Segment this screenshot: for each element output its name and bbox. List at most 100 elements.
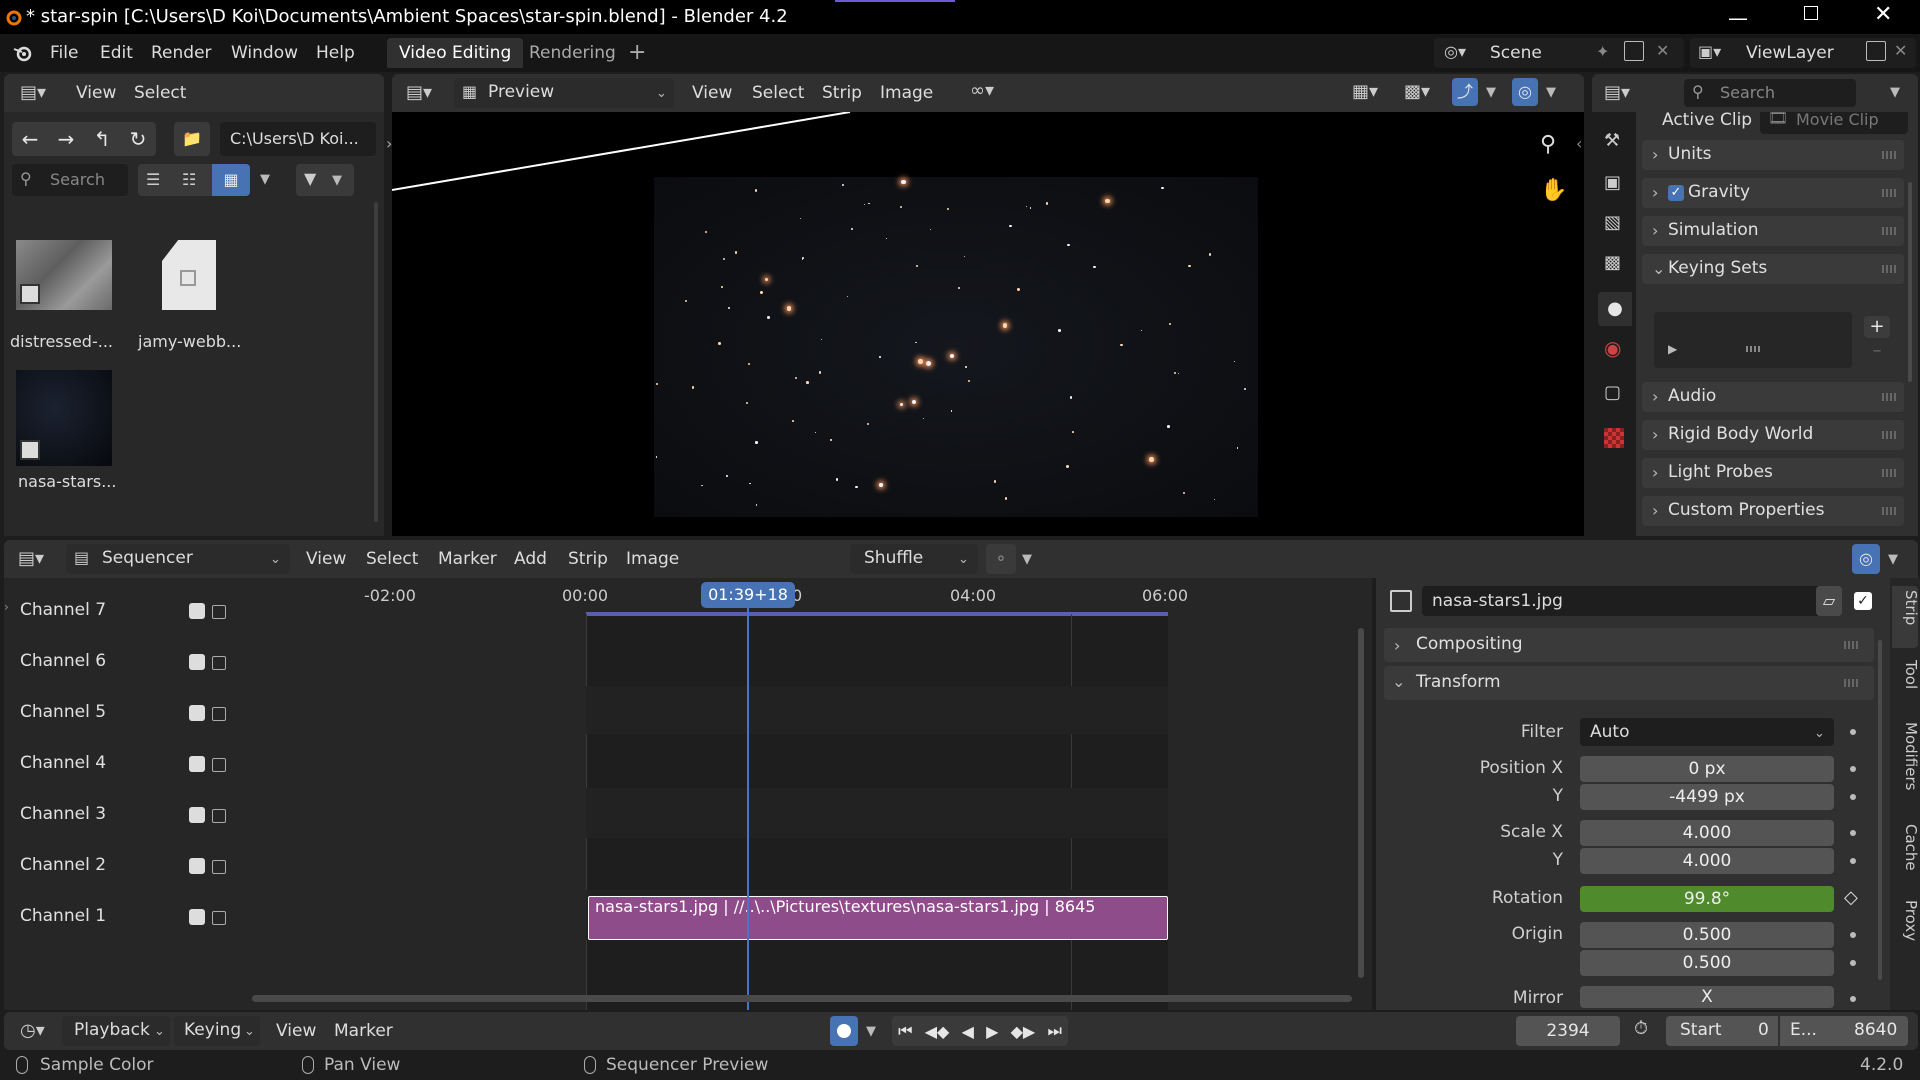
preview-canvas[interactable]: ⚲ ✋ ‹ xyxy=(392,112,1584,536)
editor-type-icon[interactable]: ▤▾ xyxy=(406,82,432,103)
keyframe-dot[interactable] xyxy=(1850,996,1856,1002)
preview-range-icon[interactable]: ⏱ xyxy=(1634,1018,1648,1039)
panel-drag-grip[interactable] xyxy=(1882,227,1896,235)
menu-edit[interactable]: Edit xyxy=(100,43,133,63)
keying-menu[interactable]: Keying ⌄ xyxy=(174,1016,260,1046)
file-browser-scrollbar[interactable] xyxy=(374,202,378,522)
rotation-field[interactable]: 99.8° xyxy=(1580,886,1834,912)
maximize-button[interactable] xyxy=(1804,6,1818,20)
menu-window[interactable]: Window xyxy=(231,43,298,63)
jump-end-icon[interactable]: ⏭ xyxy=(1047,1021,1061,1041)
panel-header-light-probes[interactable]: › Light Probes xyxy=(1642,458,1904,488)
tab-strip[interactable]: Strip xyxy=(1890,590,1920,625)
tab-tool[interactable]: Tool xyxy=(1890,660,1920,689)
new-view-layer-icon[interactable] xyxy=(1866,41,1886,61)
lock-icon[interactable] xyxy=(212,911,226,925)
view-type-dropdown[interactable]: ▦ Preview ⌄ xyxy=(454,78,674,108)
timeline-menu-marker[interactable]: Marker xyxy=(334,1021,393,1041)
editor-type-icon[interactable]: ▤▾ xyxy=(20,82,46,103)
gizmo-icon[interactable]: ⤴ xyxy=(1452,78,1478,106)
filter-button[interactable]: ▼ ▼ xyxy=(296,164,354,196)
clock-editor-icon[interactable]: ◷▾ xyxy=(20,1020,45,1041)
panel-drag-grip[interactable] xyxy=(1882,469,1896,477)
pivot-icon[interactable]: ∞▾ xyxy=(970,80,994,101)
add-keying-set-icon[interactable]: + xyxy=(1864,316,1890,338)
auto-keying-chevron-icon[interactable]: ▼ xyxy=(866,1024,876,1039)
transform-panel-header[interactable]: ⌄ Transform xyxy=(1384,666,1874,700)
close-button[interactable]: ✕ xyxy=(1874,2,1892,27)
panel-header-custom-properties[interactable]: › Custom Properties xyxy=(1642,496,1904,526)
panel-header-units[interactable]: › Units xyxy=(1642,140,1904,170)
filter-dropdown[interactable]: Auto ⌄ xyxy=(1580,718,1834,746)
sidebar-toggle-icon[interactable]: ‹ xyxy=(1576,134,1582,153)
thumbnail-view-icon[interactable]: ▦ xyxy=(212,164,250,196)
panel-drag-grip[interactable] xyxy=(1882,431,1896,439)
playhead-indicator[interactable]: 01:39+18 xyxy=(701,582,795,608)
tab-cache[interactable]: Cache xyxy=(1890,824,1920,871)
channel-list-toggle-icon[interactable]: › xyxy=(4,600,9,614)
tab-modifiers[interactable]: Modifiers xyxy=(1890,722,1920,790)
overlay-icon[interactable]: ◎ xyxy=(1512,78,1538,106)
keyframe-dot[interactable] xyxy=(1850,830,1856,836)
channel-mute-checkbox[interactable] xyxy=(189,654,205,670)
forward-icon[interactable]: → xyxy=(58,127,75,151)
sequencer-timeline[interactable]: -02:00 00:00 04:00 06:00 0 nasa-stars1.j… xyxy=(242,578,1372,1010)
keyframe-dot[interactable] xyxy=(1850,729,1856,735)
pan-hand-icon[interactable]: ✋ xyxy=(1540,178,1567,203)
minimize-button[interactable]: — xyxy=(1728,6,1748,30)
lock-icon[interactable] xyxy=(212,860,226,874)
new-scene-icon[interactable] xyxy=(1624,41,1644,61)
panel-header-simulation[interactable]: › Simulation xyxy=(1642,216,1904,246)
seq-overlay-icon[interactable]: ◎ xyxy=(1852,544,1880,574)
thumbnail-nasa-stars[interactable] xyxy=(16,370,112,466)
position-x-field[interactable]: 0 px xyxy=(1580,756,1834,782)
properties-scrollbar[interactable] xyxy=(1908,182,1912,382)
start-frame-field[interactable]: Start 0 xyxy=(1666,1016,1778,1046)
gravity-checkbox[interactable]: ✓ xyxy=(1668,185,1684,201)
channel-mute-checkbox[interactable] xyxy=(189,909,205,925)
remove-keying-set-icon[interactable]: – xyxy=(1864,340,1890,362)
preview-menu-view[interactable]: View xyxy=(692,83,732,103)
collection-tab-icon[interactable]: ▢ xyxy=(1604,382,1621,403)
fb-menu-select[interactable]: Select xyxy=(134,83,186,103)
menu-render[interactable]: Render xyxy=(151,43,212,63)
add-workspace-icon[interactable]: + xyxy=(628,40,646,65)
channel-label[interactable]: Channel 7 xyxy=(20,600,106,620)
menu-file[interactable]: File xyxy=(50,43,78,63)
file-search-input[interactable]: ⚲ Search xyxy=(12,164,128,196)
scale-y-field[interactable]: 4.000 xyxy=(1580,848,1834,874)
overlap-mode-dropdown[interactable]: Shuffle ⌄ xyxy=(850,544,978,574)
panel-drag-grip[interactable] xyxy=(1882,507,1896,515)
channel-mute-checkbox[interactable] xyxy=(189,756,205,772)
position-y-field[interactable]: -4499 px xyxy=(1580,784,1834,810)
refresh-icon[interactable]: ↻ xyxy=(130,127,147,151)
panel-drag-grip[interactable] xyxy=(1844,641,1858,649)
new-folder-icon[interactable]: 📁 xyxy=(174,122,210,156)
texture-tab-icon[interactable] xyxy=(1604,428,1624,448)
channel-label[interactable]: Channel 5 xyxy=(20,702,106,722)
tab-rendering[interactable]: Rendering xyxy=(517,38,628,68)
list-expand-icon[interactable]: ▶ xyxy=(1668,342,1677,356)
blender-menu-icon[interactable] xyxy=(12,43,34,63)
seq-menu-view[interactable]: View xyxy=(306,549,346,569)
seq-menu-add[interactable]: Add xyxy=(514,549,547,569)
sequencer-view-type-dropdown[interactable]: ▤ Sequencer ⌄ xyxy=(66,544,290,574)
channel-mute-checkbox[interactable] xyxy=(189,603,205,619)
world-tab-icon[interactable]: ◉ xyxy=(1604,336,1621,360)
menu-help[interactable]: Help xyxy=(316,43,355,63)
overlay-chevron-icon[interactable]: ▼ xyxy=(1546,85,1556,100)
render-tab-icon[interactable]: ▣ xyxy=(1604,172,1621,193)
panel-drag-grip[interactable] xyxy=(1882,151,1896,159)
panel-header-gravity[interactable]: › ✓ Gravity xyxy=(1642,178,1904,208)
end-frame-field[interactable]: E... 8640 xyxy=(1780,1016,1908,1046)
back-icon[interactable]: ← xyxy=(22,127,39,151)
seq-menu-strip[interactable]: Strip xyxy=(568,549,608,569)
horizontal-scrollbar[interactable] xyxy=(252,995,1352,1002)
keyframe-diamond-icon[interactable]: ◇ xyxy=(1844,887,1858,908)
next-keyframe-icon[interactable]: ◆▶ xyxy=(1011,1022,1036,1041)
movie-clip-field[interactable]: 🎞 Movie Clip xyxy=(1760,112,1908,134)
seq-overlay-chevron-icon[interactable]: ▼ xyxy=(1888,552,1898,567)
panel-drag-grip[interactable] xyxy=(1882,265,1896,273)
fb-menu-view[interactable]: View xyxy=(76,83,116,103)
keyframe-dot[interactable] xyxy=(1850,932,1856,938)
